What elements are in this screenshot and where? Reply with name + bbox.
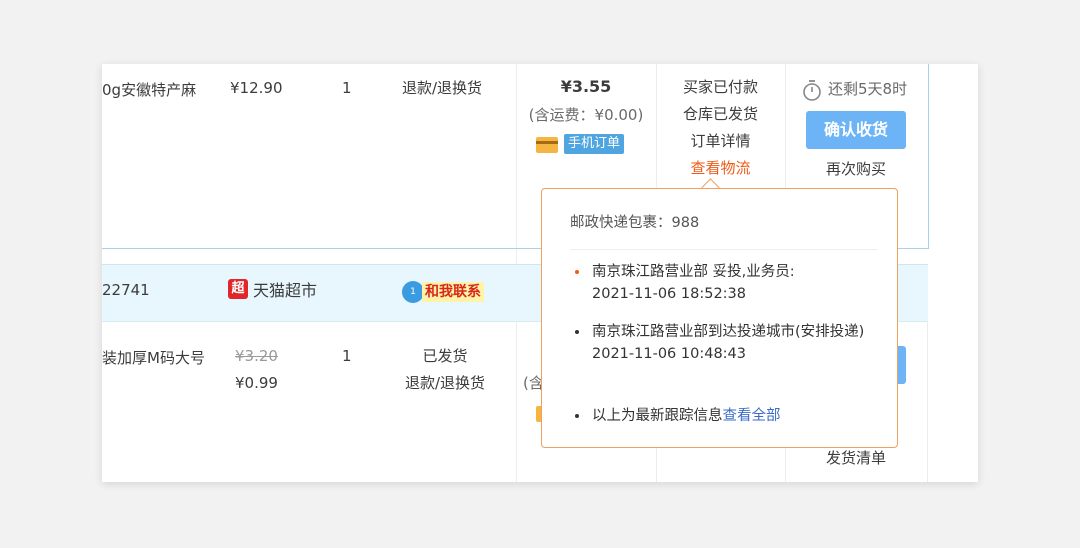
popup-title: 邮政快递包裹：988 <box>570 215 700 231</box>
event-time: 2021-11-06 18:52:38 <box>592 286 746 302</box>
shipping-fee: (含运费：¥0.00) <box>528 106 644 124</box>
contact-label: 和我联系 <box>422 282 484 302</box>
logistics-popup: 邮政快递包裹：988 南京珠江路营业部 妥投,业务员: 2021-11-06 1… <box>541 188 898 448</box>
product-name[interactable]: 装加厚M码大号 <box>102 348 205 368</box>
refund-link[interactable]: 退款/退换货 <box>402 78 482 98</box>
bullet-icon <box>575 270 579 274</box>
column-divider <box>927 320 928 482</box>
contact-seller-button[interactable]: 1 和我联系 <box>402 281 484 303</box>
stopwatch-icon <box>803 80 821 101</box>
view-logistics-link[interactable]: 查看物流 <box>656 158 785 178</box>
status-paid: 买家已付款 <box>682 78 758 96</box>
tmall-supermarket-icon: 超 <box>228 279 248 299</box>
popup-divider <box>570 249 877 250</box>
order-number: 22741 <box>102 281 150 299</box>
event-text: 南京珠江路营业部到达投递城市(安排投递) <box>592 324 865 340</box>
view-all-link[interactable]: 查看全部 <box>723 408 781 424</box>
refund-link[interactable]: 退款/退换货 <box>394 373 496 393</box>
original-price: ¥3.20 <box>235 347 278 365</box>
unit-price: ¥0.99 <box>235 374 278 392</box>
product-name[interactable]: 0g安徽特产麻 <box>102 80 196 100</box>
quantity: 1 <box>342 347 352 365</box>
event-time: 2021-11-06 10:48:43 <box>592 346 746 362</box>
unit-price: ¥12.90 <box>230 79 283 97</box>
bullet-icon <box>575 414 579 418</box>
shipping-list-link[interactable]: 发货清单 <box>806 448 906 468</box>
rebuy-link[interactable]: 再次购买 <box>806 159 906 179</box>
event-text: 南京珠江路营业部 妥投,业务员: <box>592 264 795 280</box>
shipment-status: 已发货 <box>422 347 468 365</box>
credit-card-icon <box>536 137 558 153</box>
tracking-event: 南京珠江路营业部到达投递城市(安排投递) 2021-11-06 10:48:43 <box>592 321 882 365</box>
shop-name-link[interactable]: 天猫超市 <box>253 281 317 301</box>
bullet-icon <box>575 330 579 334</box>
tracking-footer: 以上为最新跟踪信息查看全部 <box>592 405 882 427</box>
order-detail-link[interactable]: 订单详情 <box>656 131 785 151</box>
footer-text: 以上为最新跟踪信息 <box>592 408 723 424</box>
mobile-order-tag: 手机订单 <box>564 134 625 154</box>
tracking-event-latest: 南京珠江路营业部 妥投,业务员: 2021-11-06 18:52:38 <box>592 261 882 305</box>
countdown-text: 还剩5天8时 <box>828 80 908 98</box>
confirm-receipt-button[interactable]: 确认收货 <box>806 111 906 149</box>
quantity: 1 <box>342 79 352 97</box>
chat-bubble-icon: 1 <box>402 281 424 303</box>
order-total: ¥3.55 <box>560 77 612 96</box>
status-shipped: 仓库已发货 <box>682 105 758 123</box>
